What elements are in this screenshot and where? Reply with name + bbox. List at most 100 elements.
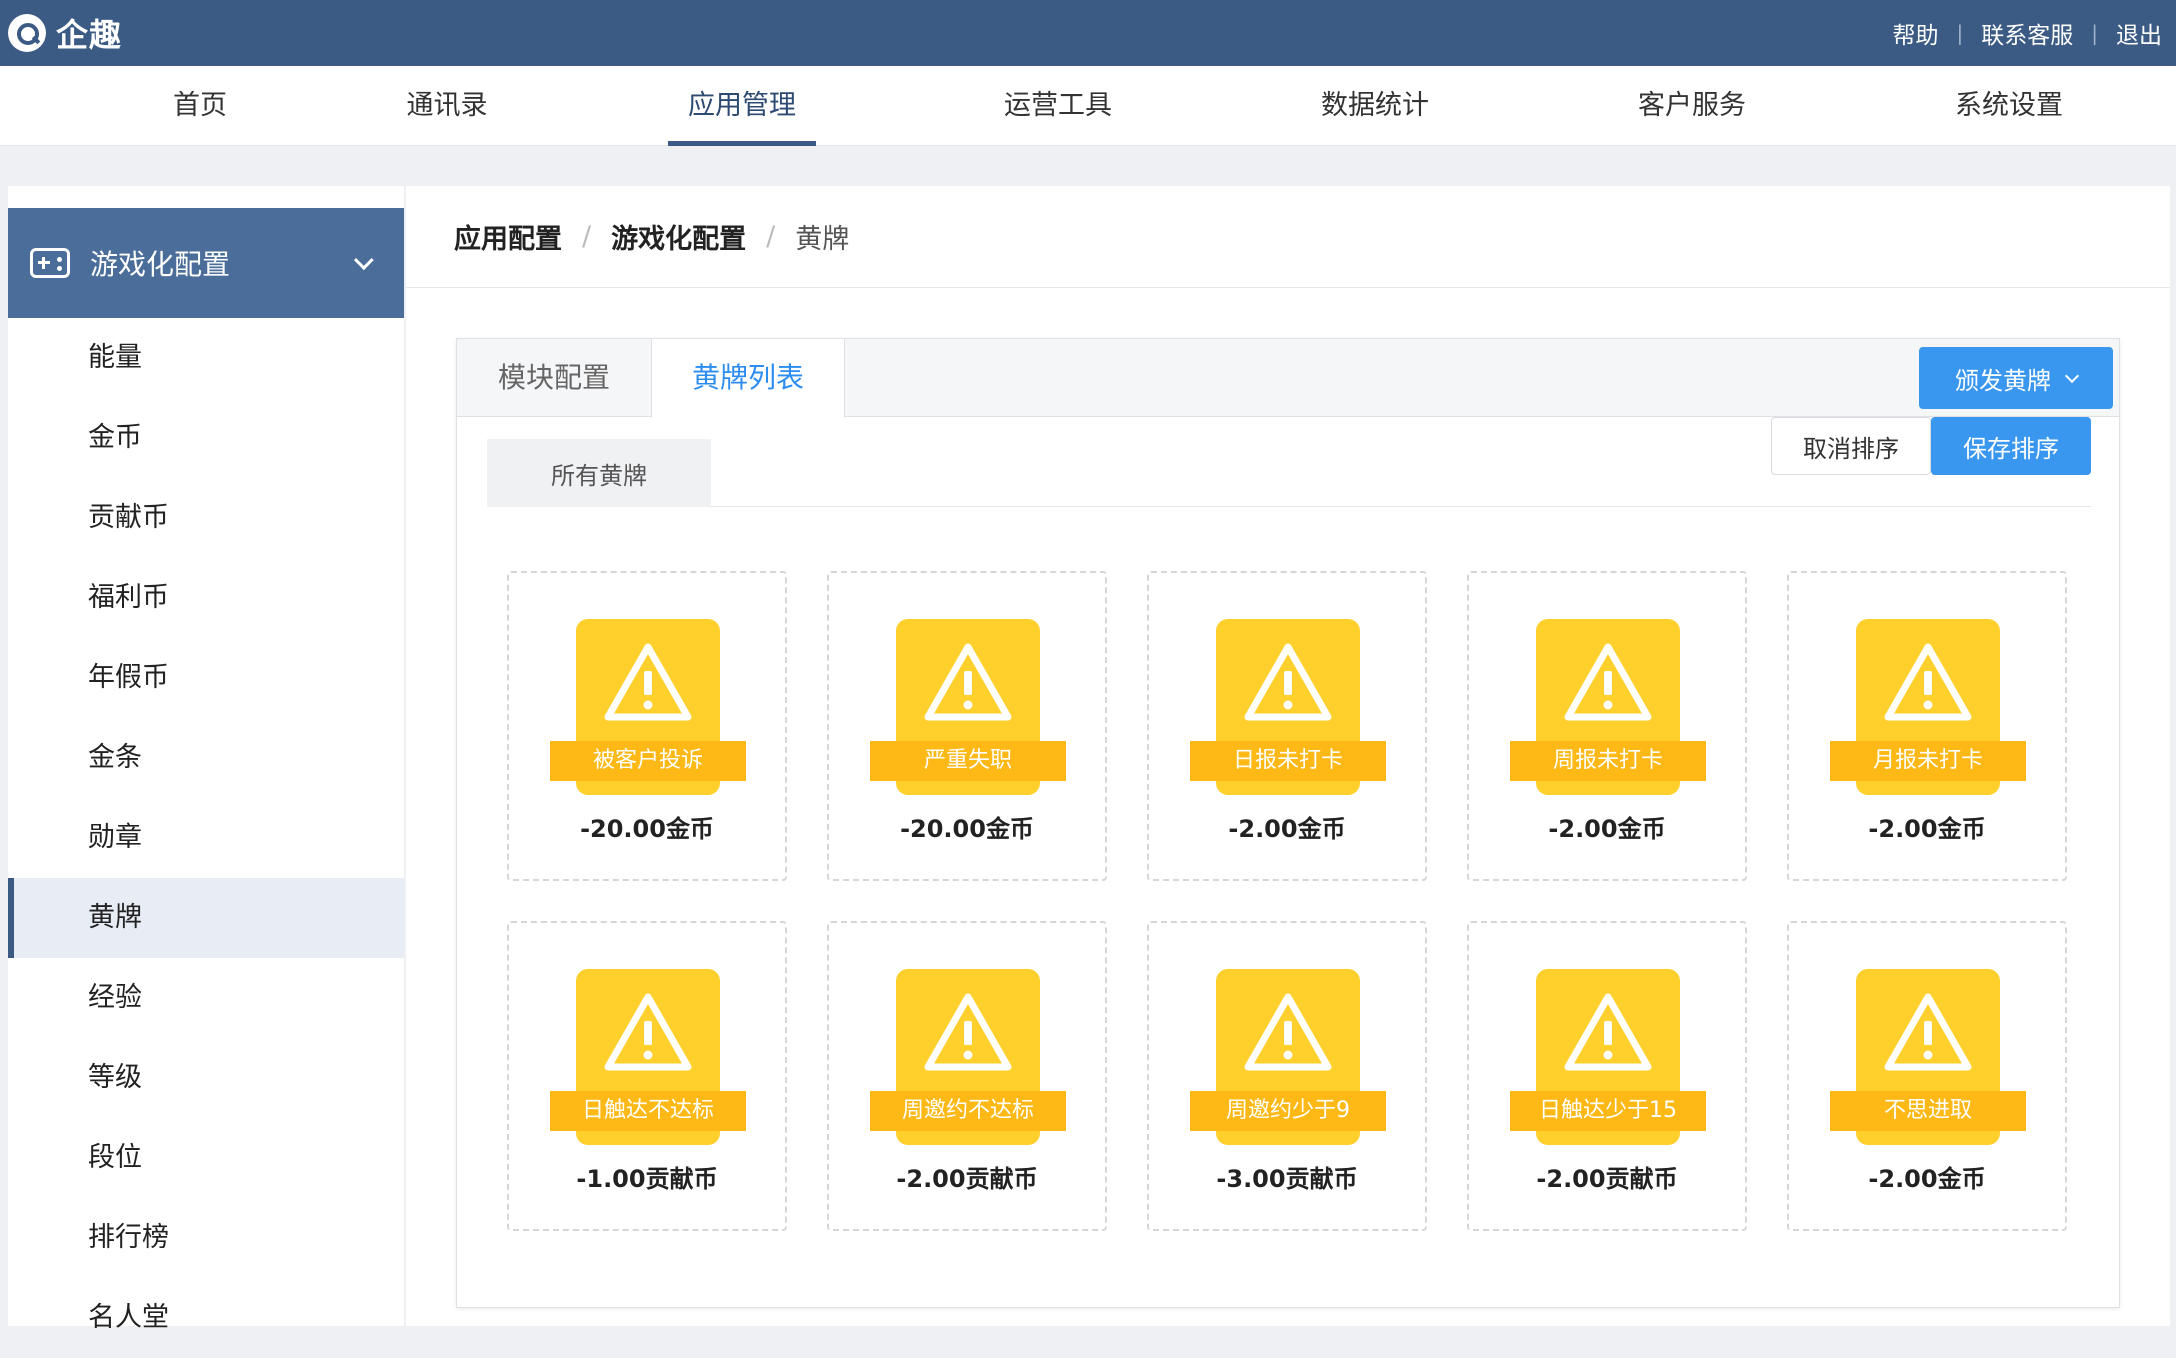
warning-icon [924, 993, 1012, 1071]
breadcrumb-item[interactable]: 游戏化配置 [611, 217, 746, 256]
sidebar-section-header[interactable]: 游戏化配置 [8, 208, 404, 318]
tab-module-config[interactable]: 模块配置 [457, 339, 651, 417]
yellow-card-penalty: -2.00金币 [1868, 1165, 1986, 1193]
sidebar-item-energy[interactable]: 能量 [8, 318, 404, 398]
breadcrumb-separator: / [582, 221, 592, 252]
filter-row: 所有黄牌 取消排序 保存排序 [487, 417, 2091, 507]
sidebar-item-leaderboard[interactable]: 排行榜 [8, 1198, 404, 1278]
content-panel: 应用配置 / 游戏化配置 / 黄牌 模块配置 黄牌列表 颁发黄牌 所有黄牌 取消… [406, 186, 2170, 1326]
nav-item-system-settings[interactable]: 系统设置 [1955, 66, 2063, 146]
yellow-card-name: 日触达少于15 [1510, 1091, 1706, 1131]
yellow-card-item[interactable]: 严重失职 -20.00金币 [827, 571, 1107, 881]
nav-item-data-stats[interactable]: 数据统计 [1321, 66, 1429, 146]
nav-item-app-management[interactable]: 应用管理 [668, 66, 816, 146]
yellow-card-badge: 周邀约不达标 [870, 969, 1066, 1145]
yellow-card-item[interactable]: 月报未打卡 -2.00金币 [1787, 571, 2067, 881]
sidebar-item-experience[interactable]: 经验 [8, 958, 404, 1038]
help-link[interactable]: 帮助 [1893, 16, 1939, 50]
tab-bar: 模块配置 黄牌列表 颁发黄牌 [457, 339, 2119, 418]
sidebar: 游戏化配置 能量 金币 贡献币 福利币 年假币 金条 勋章 黄牌 经验 等级 段… [8, 186, 404, 1333]
sidebar-item-gold-coin[interactable]: 金币 [8, 398, 404, 478]
yellow-card-item[interactable]: 被客户投诉 -20.00金币 [507, 571, 787, 881]
contact-support-link[interactable]: 联系客服 [1981, 16, 2073, 50]
sidebar-item-hall-of-fame[interactable]: 名人堂 [8, 1278, 404, 1358]
logout-link[interactable]: 退出 [2116, 16, 2162, 50]
yellow-card-badge: 日触达少于15 [1510, 969, 1706, 1145]
sidebar-item-medal[interactable]: 勋章 [8, 798, 404, 878]
warning-icon [924, 643, 1012, 721]
warning-icon [1244, 643, 1332, 721]
yellow-card-badge: 周邀约少于9 [1190, 969, 1386, 1145]
sidebar-list: 能量 金币 贡献币 福利币 年假币 金条 勋章 黄牌 经验 等级 段位 排行榜 … [8, 318, 404, 1358]
yellow-card-name: 月报未打卡 [1830, 741, 2026, 781]
top-links: 帮助 | 联系客服 | 退出 [1893, 16, 2163, 50]
yellow-card-badge: 周报未打卡 [1510, 619, 1706, 795]
yellow-card-item[interactable]: 日触达不达标 -1.00贡献币 [507, 921, 787, 1231]
filter-all-yellow-cards[interactable]: 所有黄牌 [487, 439, 711, 507]
sidebar-item-welfare-coin[interactable]: 福利币 [8, 558, 404, 638]
cancel-sort-button[interactable]: 取消排序 [1771, 417, 1931, 475]
yellow-card-item[interactable]: 周邀约不达标 -2.00贡献币 [827, 921, 1107, 1231]
breadcrumb-current: 黄牌 [795, 224, 850, 255]
sidebar-item-contribution-coin[interactable]: 贡献币 [8, 478, 404, 558]
yellow-card-penalty: -2.00贡献币 [1536, 1165, 1678, 1193]
top-header: 企趣 帮助 | 联系客服 | 退出 [0, 0, 2176, 66]
yellow-card-badge: 日报未打卡 [1190, 619, 1386, 795]
sidebar-item-gold-bar[interactable]: 金条 [8, 718, 404, 798]
divider: | [1956, 21, 1964, 45]
nav-item-customer-service[interactable]: 客户服务 [1638, 66, 1746, 146]
yellow-card-penalty: -2.00金币 [1548, 815, 1666, 843]
nav-item-home[interactable]: 首页 [173, 66, 227, 146]
yellow-card-name: 日报未打卡 [1190, 741, 1386, 781]
main-nav: 首页 通讯录 应用管理 运营工具 数据统计 客户服务 系统设置 [0, 66, 2176, 146]
save-sort-button[interactable]: 保存排序 [1931, 417, 2091, 475]
warning-icon [1564, 993, 1652, 1071]
app-logo[interactable]: 企趣 [8, 10, 122, 56]
breadcrumb-item[interactable]: 应用配置 [454, 217, 562, 256]
yellow-card-item[interactable]: 日触达少于15 -2.00贡献币 [1467, 921, 1747, 1231]
sidebar-section-title: 游戏化配置 [90, 248, 231, 281]
chevron-down-icon [2064, 368, 2080, 383]
warning-icon [1884, 993, 1972, 1071]
yellow-card-penalty: -1.00贡献币 [576, 1165, 718, 1193]
yellow-card-name: 周邀约不达标 [870, 1091, 1066, 1131]
logo-icon [8, 14, 46, 52]
nav-item-operations-tools[interactable]: 运营工具 [1004, 66, 1112, 146]
yellow-card-panel: 模块配置 黄牌列表 颁发黄牌 所有黄牌 取消排序 保存排序 被客户投诉 -20.0… [456, 338, 2120, 1308]
yellow-card-badge: 严重失职 [870, 619, 1066, 795]
yellow-card-item[interactable]: 周邀约少于9 -3.00贡献币 [1147, 921, 1427, 1231]
chevron-down-icon [353, 250, 374, 271]
gamepad-icon [30, 248, 70, 278]
sidebar-item-yellow-card[interactable]: 黄牌 [8, 878, 404, 958]
issue-yellow-card-button[interactable]: 颁发黄牌 [1919, 347, 2113, 409]
yellow-card-penalty: -3.00贡献币 [1216, 1165, 1358, 1193]
yellow-card-name: 日触达不达标 [550, 1091, 746, 1131]
warning-icon [1564, 643, 1652, 721]
nav-item-contacts[interactable]: 通讯录 [407, 66, 488, 146]
tab-yellow-card-list[interactable]: 黄牌列表 [651, 339, 845, 418]
yellow-card-penalty: -20.00金币 [900, 815, 1034, 843]
yellow-card-name: 严重失职 [870, 741, 1066, 781]
sidebar-item-rank[interactable]: 段位 [8, 1118, 404, 1198]
yellow-card-penalty: -20.00金币 [580, 815, 714, 843]
yellow-card-penalty: -2.00金币 [1228, 815, 1346, 843]
breadcrumb: 应用配置 / 游戏化配置 / 黄牌 [406, 186, 2170, 288]
yellow-card-name: 周邀约少于9 [1190, 1091, 1386, 1131]
sidebar-item-leave-coin[interactable]: 年假币 [8, 638, 404, 718]
issue-button-label: 颁发黄牌 [1955, 366, 2051, 395]
app-name: 企趣 [56, 16, 123, 54]
warning-icon [1244, 993, 1332, 1071]
yellow-card-item[interactable]: 周报未打卡 -2.00金币 [1467, 571, 1747, 881]
warning-icon [1884, 643, 1972, 721]
sidebar-item-level[interactable]: 等级 [8, 1038, 404, 1118]
yellow-card-item[interactable]: 日报未打卡 -2.00金币 [1147, 571, 1427, 881]
warning-icon [604, 993, 692, 1071]
breadcrumb-separator: / [766, 221, 776, 252]
yellow-card-name: 不思进取 [1830, 1091, 2026, 1131]
yellow-card-name: 周报未打卡 [1510, 741, 1706, 781]
yellow-card-item[interactable]: 不思进取 -2.00金币 [1787, 921, 2067, 1231]
yellow-card-badge: 不思进取 [1830, 969, 2026, 1145]
yellow-card-name: 被客户投诉 [550, 741, 746, 781]
yellow-card-badge: 月报未打卡 [1830, 619, 2026, 795]
divider: | [2091, 21, 2098, 45]
